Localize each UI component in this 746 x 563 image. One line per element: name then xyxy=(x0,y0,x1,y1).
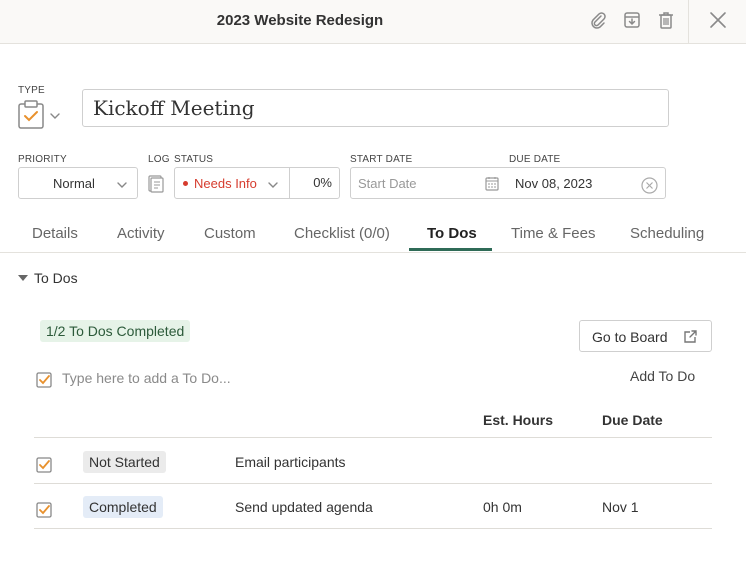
percent-complete-field[interactable]: 0% xyxy=(290,168,339,198)
todo-title[interactable]: Email participants xyxy=(235,454,346,470)
chevron-down-icon xyxy=(268,182,278,188)
paperclip-icon[interactable] xyxy=(588,10,608,30)
priority-value: Normal xyxy=(53,176,95,191)
todo-status-badge[interactable]: Completed xyxy=(83,496,163,518)
header-divider xyxy=(688,0,689,44)
tab-custom[interactable]: Custom xyxy=(204,225,256,242)
archive-icon[interactable] xyxy=(622,10,642,30)
todo-checkbox-icon[interactable] xyxy=(36,455,54,473)
status-value: Needs Info xyxy=(194,176,257,191)
todo-checkbox-icon xyxy=(36,370,54,388)
due-date-input[interactable]: Nov 08, 2023 xyxy=(515,176,592,191)
todo-status-badge[interactable]: Not Started xyxy=(83,451,166,473)
start-date-input[interactable]: Start Date xyxy=(358,176,417,191)
type-label: TYPE xyxy=(18,85,45,96)
title-input[interactable] xyxy=(82,89,669,127)
status-label: STATUS xyxy=(174,154,214,165)
tab-checklist[interactable]: Checklist (0/0) xyxy=(294,225,390,242)
row-divider xyxy=(34,483,712,484)
close-icon[interactable] xyxy=(707,9,729,31)
todo-checkbox-icon[interactable] xyxy=(36,500,54,518)
project-title: 2023 Website Redesign xyxy=(216,12,384,29)
start-date-label: START DATE xyxy=(350,154,413,165)
row-divider xyxy=(34,528,712,529)
section-title: To Dos xyxy=(34,270,78,286)
priority-label: PRIORITY xyxy=(18,154,67,165)
priority-select[interactable]: Normal xyxy=(18,167,138,199)
add-todo-button[interactable]: Add To Do xyxy=(630,368,695,384)
status-select[interactable]: Needs Info 0% xyxy=(174,167,340,199)
trash-icon[interactable] xyxy=(656,10,676,30)
header-bar: 2023 Website Redesign xyxy=(0,0,746,44)
clipboard-check-icon xyxy=(18,100,60,129)
tab-bar: Details Activity Custom Checklist (0/0) … xyxy=(0,217,746,253)
completed-count-badge: 1/2 To Dos Completed xyxy=(40,320,191,342)
tab-scheduling[interactable]: Scheduling xyxy=(630,225,704,242)
column-header-due-date: Due Date xyxy=(602,412,663,428)
active-tab-indicator xyxy=(409,248,492,251)
tab-activity[interactable]: Activity xyxy=(117,225,165,242)
calendar-icon[interactable] xyxy=(485,176,499,191)
table-header-divider xyxy=(34,437,712,438)
go-to-board-button[interactable]: Go to Board xyxy=(579,320,712,352)
caret-down-icon xyxy=(18,275,28,281)
status-dot xyxy=(183,181,188,186)
type-selector[interactable] xyxy=(18,100,68,130)
go-to-board-label: Go to Board xyxy=(592,329,668,345)
log-icon[interactable] xyxy=(148,175,164,193)
date-range-field: Start Date Nov 08, 2023 xyxy=(350,167,666,199)
tab-time-fees[interactable]: Time & Fees xyxy=(511,225,595,242)
todo-est-hours: 0h 0m xyxy=(483,499,522,515)
new-todo-input[interactable] xyxy=(62,365,462,391)
todo-due-date: Nov 1 xyxy=(602,499,639,515)
log-label: LOG xyxy=(148,154,170,165)
tab-todos[interactable]: To Dos xyxy=(427,225,477,242)
clear-date-icon[interactable] xyxy=(641,177,658,194)
tab-details[interactable]: Details xyxy=(32,225,78,242)
todo-title[interactable]: Send updated agenda xyxy=(235,499,373,515)
column-header-est-hours: Est. Hours xyxy=(483,412,554,428)
due-date-label: DUE DATE xyxy=(509,154,561,165)
chevron-down-icon xyxy=(117,182,127,188)
external-link-icon xyxy=(684,330,697,343)
